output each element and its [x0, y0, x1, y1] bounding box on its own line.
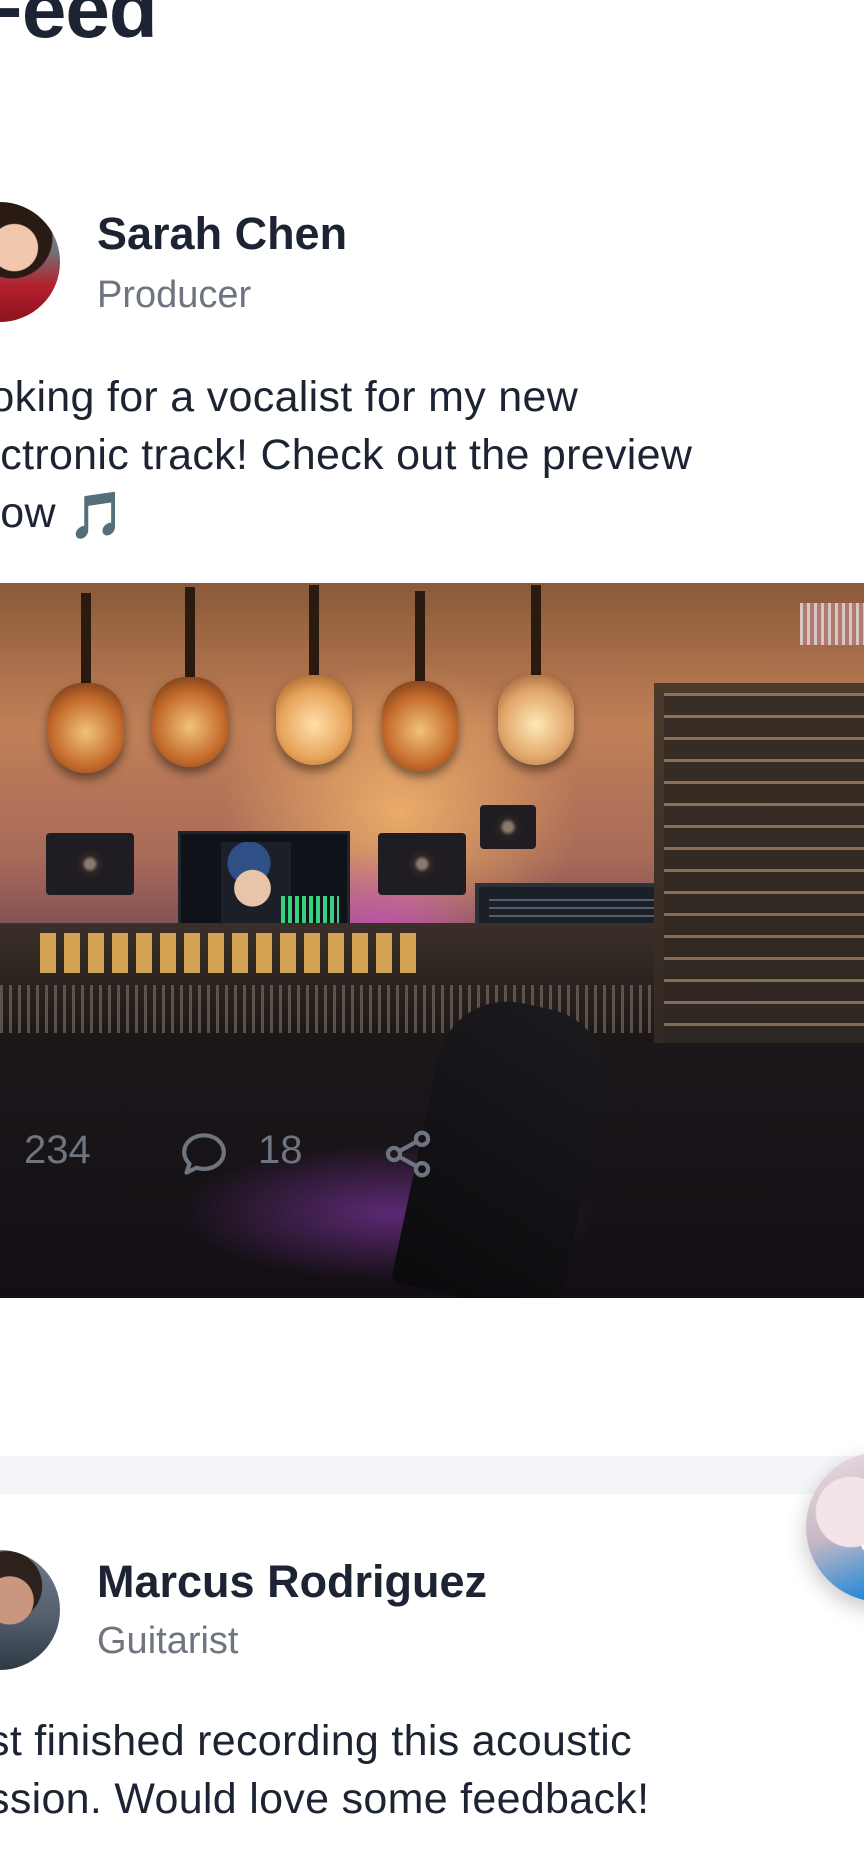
image-vent [800, 603, 864, 645]
post-card: Marcus Rodriguez Guitarist Just finished… [0, 1496, 864, 1872]
post-card: Sarah Chen Producer Looking for a vocali… [0, 196, 864, 1456]
post-text-line: below [0, 489, 56, 537]
music-note-icon: 🎵 [68, 489, 126, 541]
post-text-line: Just finished recording this acoustic [0, 1717, 632, 1765]
page-title: Feed [0, 0, 158, 54]
post-text: Looking for a vocalist for my new electr… [0, 368, 842, 544]
image-guitar [48, 593, 124, 783]
feed-screen: Feed Sarah Chen Producer Looking for a v… [0, 0, 864, 1872]
image-speaker [378, 833, 466, 895]
image-speaker [480, 805, 536, 849]
comment-count[interactable]: 18 [258, 1128, 303, 1173]
author-role: Producer [97, 274, 252, 316]
comment-icon[interactable] [176, 1126, 232, 1182]
post-divider [0, 1456, 864, 1494]
image-mixing-console [0, 923, 720, 1043]
post-text-line: electronic track! Check out the preview [0, 431, 693, 479]
post-text-line: session. Would love some feedback! [0, 1775, 650, 1823]
image-guitar [152, 587, 228, 777]
author-name[interactable]: Marcus Rodriguez [97, 1556, 487, 1608]
like-count[interactable]: 234 [24, 1128, 91, 1173]
image-guitar [276, 585, 352, 775]
post-actions: 234 18 [0, 1118, 864, 1190]
author-name[interactable]: Sarah Chen [97, 208, 347, 260]
image-guitar [382, 591, 458, 781]
share-icon[interactable] [380, 1126, 436, 1182]
image-guitar [498, 585, 574, 775]
post-image[interactable] [0, 583, 864, 1298]
avatar[interactable] [0, 1550, 60, 1670]
image-monitor [178, 831, 350, 937]
avatar[interactable] [0, 202, 60, 322]
author-role: Guitarist [97, 1620, 239, 1662]
post-text-line: Looking for a vocalist for my new [0, 373, 579, 421]
image-speaker [46, 833, 134, 895]
post-text: Just finished recording this acoustic se… [0, 1712, 842, 1828]
